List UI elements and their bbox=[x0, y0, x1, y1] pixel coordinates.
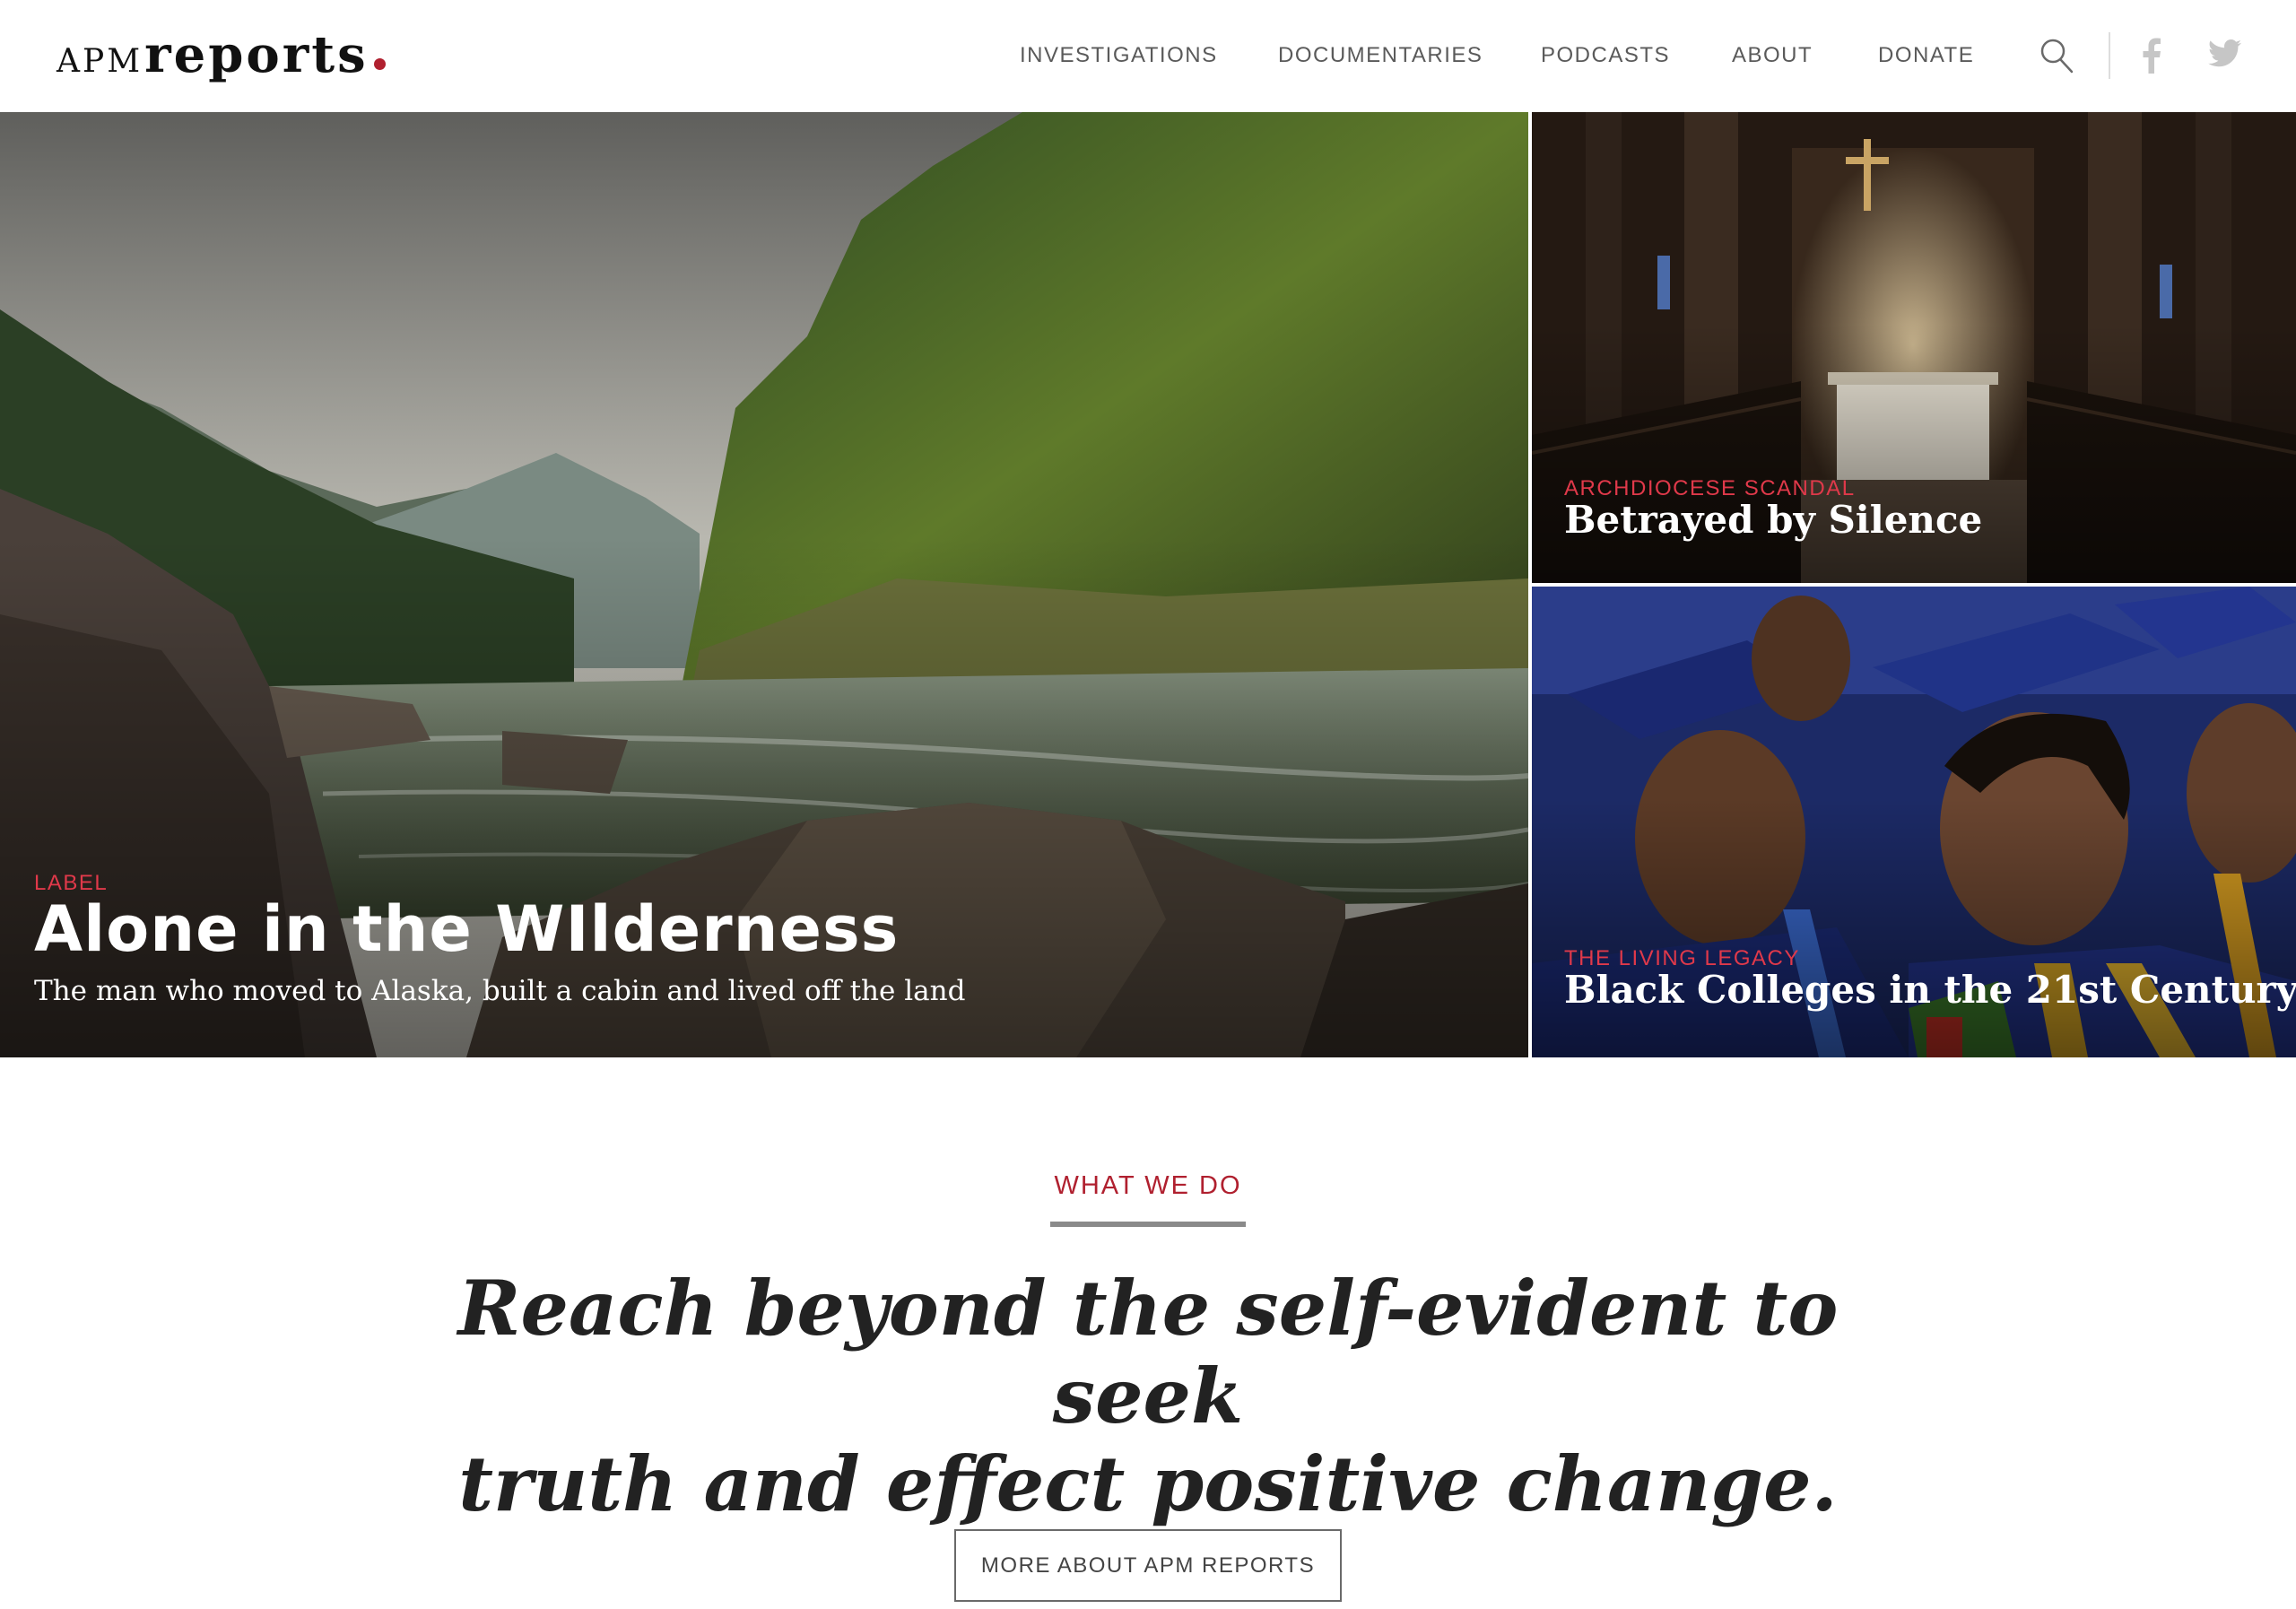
betrayed-title[interactable]: Betrayed by Silence bbox=[1564, 498, 1982, 542]
logo-dot bbox=[373, 58, 386, 70]
mission-line-2: truth and effect positive change. bbox=[458, 1439, 1838, 1528]
nav-about[interactable]: ABOUT bbox=[1732, 43, 1813, 68]
mission-line-1: Reach beyond the self-evident to seek bbox=[457, 1264, 1839, 1440]
apm-reports-logo[interactable]: APM reports bbox=[57, 25, 386, 84]
site-header: APM reports INVESTIGATIONS DOCUMENTARIES… bbox=[0, 0, 2296, 112]
nav-divider bbox=[2109, 32, 2110, 79]
hero-grid: LABEL Alone in the WIlderness The man wh… bbox=[0, 112, 2296, 1057]
facebook-icon[interactable] bbox=[2142, 38, 2161, 74]
more-about-apm-reports-button[interactable]: MORE ABOUT APM REPORTS bbox=[954, 1529, 1342, 1602]
feature-black-colleges[interactable]: THE LIVING LEGACY Black Colleges in the … bbox=[1532, 587, 2296, 1057]
what-we-do-underline bbox=[1050, 1222, 1246, 1227]
cathedral-shade bbox=[1532, 324, 2296, 583]
nav-donate[interactable]: DONATE bbox=[1878, 43, 1974, 68]
nav-podcasts[interactable]: PODCASTS bbox=[1541, 43, 1670, 68]
graduation-shade bbox=[1532, 798, 2296, 1057]
logo-prefix: APM bbox=[57, 43, 144, 80]
feature-wilderness[interactable]: LABEL Alone in the WIlderness The man wh… bbox=[0, 112, 1528, 1057]
feature-title[interactable]: Alone in the WIlderness bbox=[34, 892, 899, 966]
black-colleges-title[interactable]: Black Colleges in the 21st Century bbox=[1564, 968, 2296, 1012]
nav-documentaries[interactable]: DOCUMENTARIES bbox=[1278, 43, 1483, 68]
what-we-do-heading: WHAT WE DO bbox=[1054, 1171, 1242, 1200]
search-icon[interactable] bbox=[2039, 38, 2075, 75]
twitter-icon[interactable] bbox=[2208, 39, 2242, 68]
feature-betrayed-by-silence[interactable]: ARCHDIOCESE SCANDAL Betrayed by Silence bbox=[1532, 112, 2296, 583]
nav-investigations[interactable]: INVESTIGATIONS bbox=[1020, 43, 1218, 68]
logo-name: reports bbox=[144, 25, 369, 84]
mission-statement: Reach beyond the self-evident to seek tr… bbox=[359, 1265, 1937, 1528]
feature-subtitle: The man who moved to Alaska, built a cab… bbox=[34, 975, 966, 1007]
